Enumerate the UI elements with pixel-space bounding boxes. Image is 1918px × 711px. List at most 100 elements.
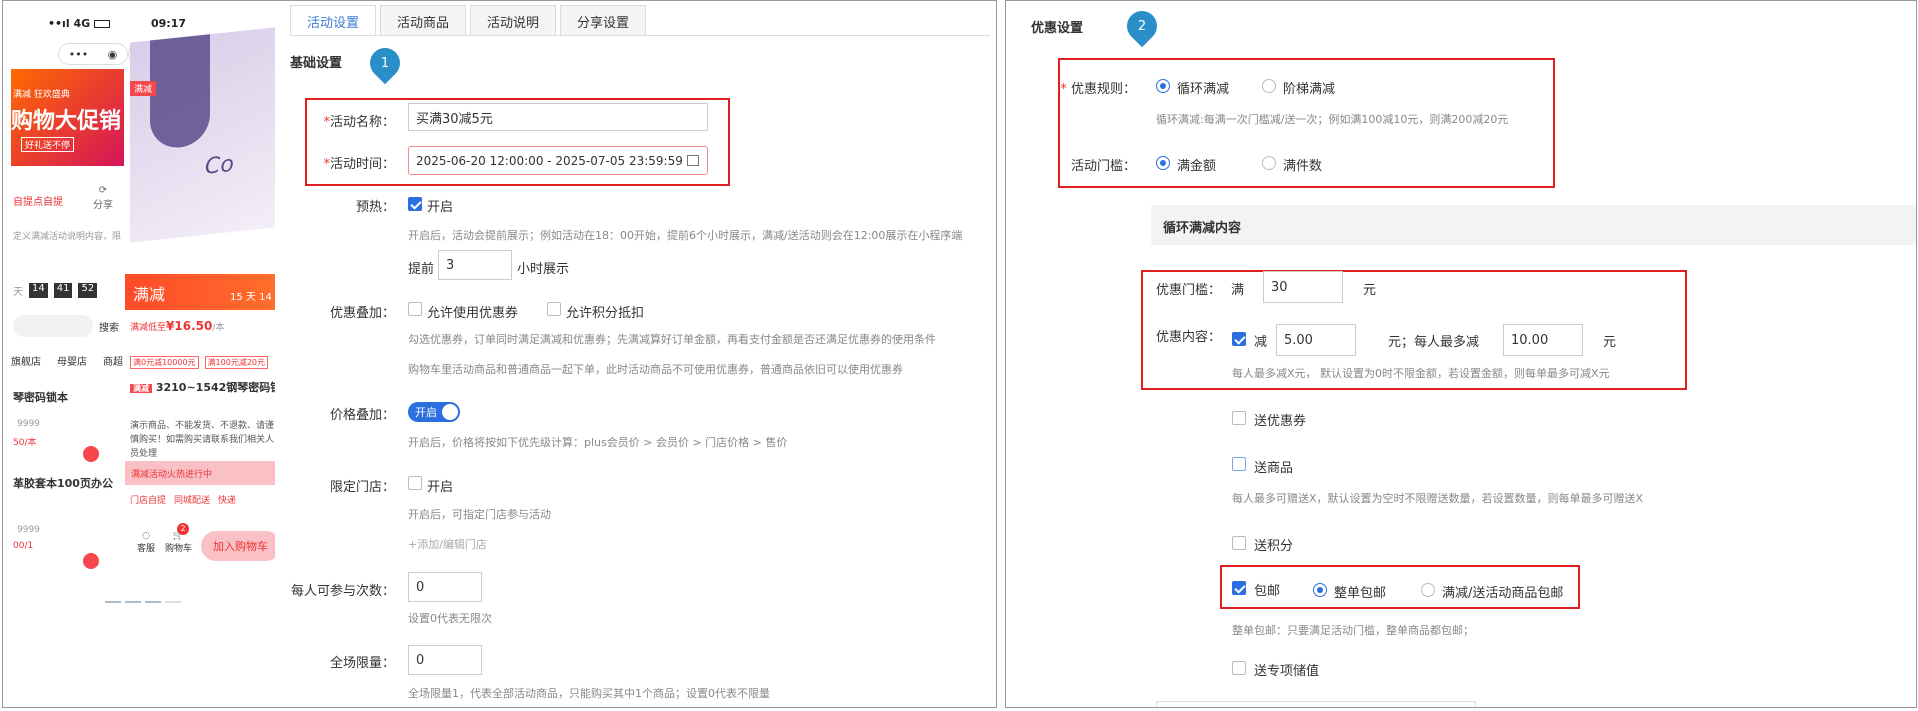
times-label: 每人可参与次数：: [290, 584, 395, 599]
add-to-cart-button[interactable]: 加入购物车: [201, 531, 275, 561]
store-limit-option: 开启: [427, 480, 454, 495]
threshold-count-radio[interactable]: [1262, 156, 1276, 170]
points-checkbox[interactable]: [1232, 536, 1246, 550]
more-icon[interactable]: •••: [69, 48, 88, 61]
section-title-discount: 优惠设置: [1031, 21, 1084, 36]
tab-share-settings[interactable]: 分享设置: [560, 5, 647, 35]
status-time: 09:17: [151, 17, 187, 30]
allow-coupon-option: 允许使用优惠券: [427, 306, 519, 321]
reduce-label: 减: [1254, 335, 1268, 350]
reduce-input[interactable]: 5.00: [1276, 324, 1356, 356]
cart-badge: 2: [177, 523, 189, 535]
max-reduce-input[interactable]: 10.00: [1503, 324, 1583, 356]
door-unit: 元: [1363, 283, 1377, 298]
step-pin-1: 1: [363, 41, 407, 85]
item2-title[interactable]: 革胶套本100页办公: [13, 475, 113, 491]
content-header-bar: 循环满减内容: [1151, 205, 1916, 245]
coupon-checkbox[interactable]: [1232, 411, 1246, 425]
item1-short: 琴密码锁本: [13, 391, 68, 404]
cart-add-icon-2[interactable]: [83, 553, 99, 569]
promo-banner[interactable]: 满减 狂欢盛典 购物大促销 好礼送不停: [11, 69, 124, 166]
ship-whole-option: 整单包邮: [1334, 586, 1387, 601]
threshold-label: 活动门槛：: [1070, 159, 1136, 174]
rule-tier-option: 阶梯满减: [1283, 82, 1336, 97]
preheat-checkbox[interactable]: [408, 197, 422, 211]
price-stack-label: 价格叠加：: [329, 408, 395, 423]
countdown: 天 14 41 52: [13, 283, 98, 298]
share-icon: ⟳: [98, 185, 108, 196]
rule-hint: 循环满减:每满一次门槛减/送一次；例如满100减10元，则满200减20元: [1156, 113, 1509, 126]
max-unit: 元: [1603, 335, 1617, 350]
allow-coupon-checkbox[interactable]: [408, 302, 422, 316]
delivery-row: 门店自提 同城配送 快递: [130, 496, 237, 506]
gift-checkbox[interactable]: [1232, 457, 1246, 471]
phone-preview: ••ıl 4G 09:17 •••◉ ‹⌂ 满减 狂欢盛典 购物大促销 好礼送不…: [3, 1, 275, 707]
preheat-option: 开启: [427, 200, 454, 215]
total-limit-label: 全场限量：: [329, 656, 395, 671]
chat-icon: ◌: [142, 531, 150, 541]
time-label: *活动时间：: [323, 157, 395, 172]
rule-label: * 优惠规则：: [1060, 82, 1136, 97]
store-limit-hint: 开启后，可指定门店参与活动: [408, 508, 551, 521]
tab-activity-desc[interactable]: 活动说明: [470, 5, 557, 35]
advance-label: 提前: [408, 262, 435, 277]
signal-indicator: ••ıl 4G: [48, 17, 110, 30]
allow-points-option: 允许积分抵扣: [566, 306, 645, 321]
item2-price: 00/1: [13, 541, 34, 551]
name-label: *活动名称：: [323, 115, 395, 130]
total-limit-input[interactable]: 0: [408, 645, 482, 675]
bottom-input-edge: [1156, 701, 1476, 707]
activity-desc: 定义满减活动说明内容，限: [13, 232, 122, 242]
coupon-option: 送优惠券: [1254, 414, 1307, 429]
discount-tag: 满减: [130, 81, 157, 96]
advance-hours-input[interactable]: 3: [438, 250, 512, 280]
special-value-checkbox[interactable]: [1232, 661, 1246, 675]
mini-program-menu[interactable]: ••• ◉: [58, 43, 128, 65]
edit-store-link[interactable]: +添加/编辑门店: [408, 536, 487, 552]
reduce-checkbox[interactable]: [1232, 332, 1246, 346]
times-input[interactable]: 0: [408, 572, 482, 602]
door-input[interactable]: 30: [1263, 271, 1343, 303]
shipping-checkbox[interactable]: [1232, 581, 1246, 595]
threshold-amount-radio[interactable]: [1156, 156, 1170, 170]
item1-stock: 9999: [17, 419, 40, 429]
preheat-hint: 开启后，活动会提前展示；例如活动在18：00开始，提前6个小时展示，满减/送活动…: [408, 229, 963, 242]
rule-loop-radio[interactable]: [1156, 79, 1170, 93]
cart-add-icon[interactable]: [83, 446, 99, 462]
price-line: 满减低至¥16.50/本: [130, 319, 225, 333]
rule-tier-radio[interactable]: [1262, 79, 1276, 93]
store-limit-checkbox[interactable]: [408, 476, 422, 490]
share-button[interactable]: ⟳ 分享: [93, 185, 113, 211]
close-circle-icon[interactable]: ◉: [108, 48, 118, 61]
price-stack-hint: 开启后，价格将按如下优先级计算：plus会员价 > 会员价 > 门店价格 > 售…: [408, 436, 788, 449]
item1-title-row[interactable]: 满减 3210~1542钢琴密码锁本: [130, 379, 275, 395]
content-label: 优惠内容：: [1155, 330, 1221, 345]
shipping-option: 包邮: [1254, 584, 1281, 599]
advance-unit: 小时展示: [517, 262, 570, 277]
fullreduce-bar: 满减 15 天 14: [125, 274, 275, 310]
ship-activity-radio[interactable]: [1421, 583, 1435, 597]
allow-points-checkbox[interactable]: [547, 302, 561, 316]
section-title-basic: 基础设置: [290, 56, 343, 71]
price-stack-switch[interactable]: 开启: [408, 402, 460, 422]
reduce-mid: 元；每人最多减: [1388, 335, 1480, 350]
stack-label: 优惠叠加：: [329, 306, 395, 321]
stack-hint-2: 购物车里活动商品和普通商品一起下单，此时活动商品不可使用优惠券，普通商品依旧可以…: [408, 363, 903, 376]
cart-button[interactable]: 🛒 购物车: [165, 531, 192, 554]
ship-hint: 整单包邮：只要满足活动门槛，整单商品都包邮；: [1232, 624, 1474, 637]
store-limit-label: 限定门店：: [329, 480, 395, 495]
activity-name-input[interactable]: 买满30减5元: [408, 103, 708, 131]
tab-bar: 活动设置 活动商品 活动说明 分享设置: [290, 5, 647, 35]
item1-desc: 演示商品、不能发货、不退款、请谨慎购买！如需购买请联系我们相关人员处理: [130, 421, 275, 459]
search-label[interactable]: 搜索: [99, 319, 119, 334]
tab-activity-goods[interactable]: 活动商品: [380, 5, 467, 35]
calendar-icon[interactable]: [687, 155, 699, 166]
service-button[interactable]: ◌ 客服: [137, 531, 155, 554]
tab-activity-settings[interactable]: 活动设置: [290, 5, 377, 35]
product-image: Co: [130, 27, 275, 243]
activity-time-input[interactable]: 2025-06-20 12:00:00 - 2025-07-05 23:59:5…: [408, 146, 708, 175]
special-value-option: 送专项储值: [1254, 664, 1320, 679]
door-label: 优惠门槛：: [1155, 283, 1221, 298]
ship-whole-radio[interactable]: [1313, 583, 1327, 597]
search-bar[interactable]: [13, 315, 93, 337]
